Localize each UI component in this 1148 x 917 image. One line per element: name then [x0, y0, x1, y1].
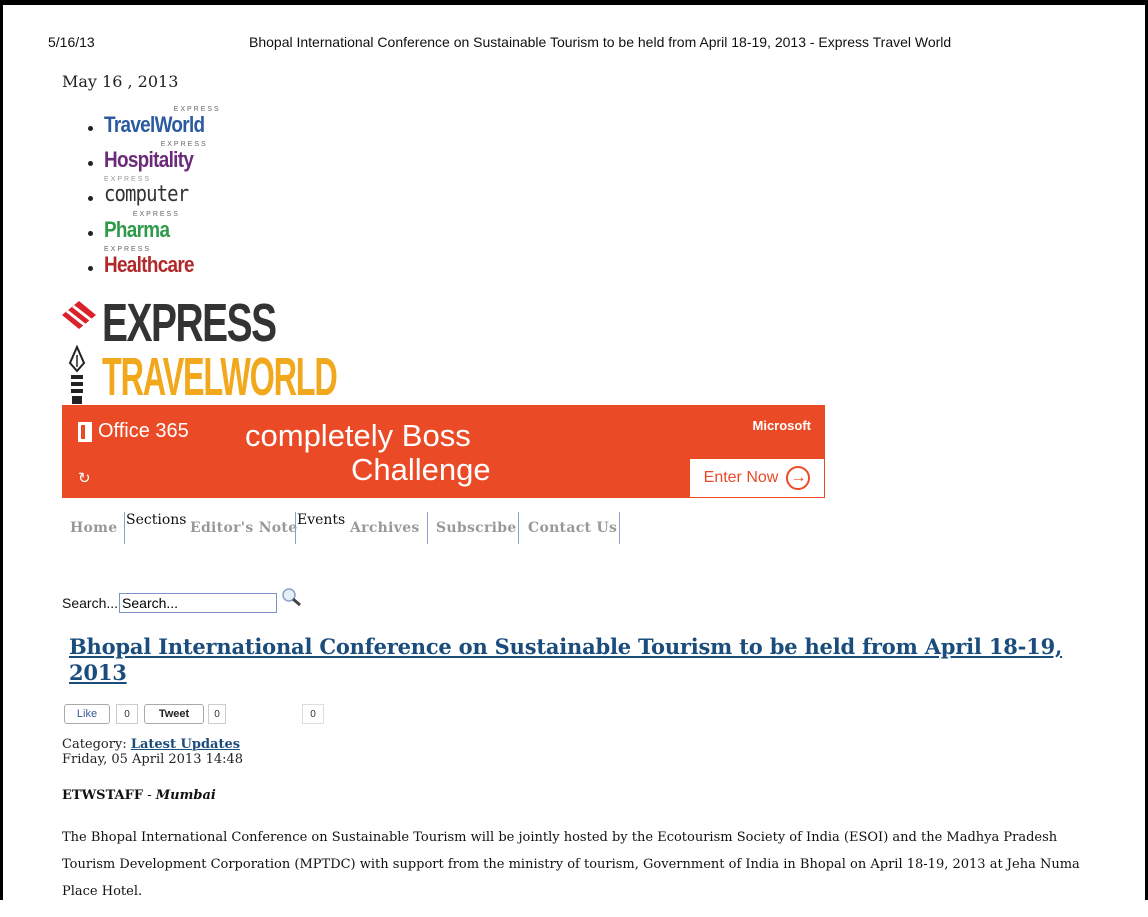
- nav-editors-note[interactable]: Editor's Note: [190, 520, 297, 536]
- healthcare-logo[interactable]: EXPRESS Healthcare: [104, 246, 209, 276]
- office-icon: [78, 421, 92, 442]
- category-label: Category:: [62, 737, 127, 752]
- bullet-icon: [88, 231, 93, 236]
- nav-contact[interactable]: Contact Us: [528, 520, 617, 536]
- logo-name: Pharma: [104, 217, 170, 242]
- author: ETWSTAFF: [62, 788, 144, 803]
- bullet-icon: [88, 126, 93, 131]
- brand-line-travelworld: TRAVELWORLD: [102, 347, 338, 407]
- search-label: Search...: [62, 595, 119, 611]
- logo-name: Healthcare: [104, 252, 195, 277]
- nav-subscribe[interactable]: Subscribe: [436, 520, 517, 536]
- tweet-button[interactable]: Tweet: [144, 704, 204, 724]
- bullet-icon: [88, 266, 93, 271]
- ad-headline: completely Boss Challenge: [245, 419, 491, 487]
- microsoft-label: Microsoft: [752, 418, 812, 433]
- nav-separator: [295, 512, 296, 544]
- enter-now-button[interactable]: Enter Now →: [689, 458, 825, 498]
- bullet-icon: [88, 161, 93, 166]
- article-body: The Bhopal International Conference on S…: [62, 824, 1102, 917]
- nav-events[interactable]: Events: [297, 512, 345, 528]
- facebook-like-button[interactable]: Like: [64, 704, 110, 724]
- office365-label: Office 365: [98, 420, 189, 442]
- print-title: Bhopal International Conference on Susta…: [249, 34, 952, 50]
- tweet-count: 0: [208, 704, 226, 724]
- enter-now-label: Enter Now: [703, 469, 779, 486]
- author-separator: -: [143, 788, 156, 803]
- nav-archives[interactable]: Archives: [350, 520, 420, 536]
- article-paragraph: The Bhopal International Conference on S…: [62, 830, 1080, 899]
- search-bar: Search...: [62, 588, 302, 614]
- ad-headline-line1: completely Boss: [245, 418, 471, 453]
- logo-name: computer: [104, 182, 189, 207]
- article-meta: Category: Latest Updates Friday, 05 Apri…: [62, 737, 243, 767]
- brand-line-express: EXPRESS: [102, 293, 277, 353]
- share-count: 0: [302, 704, 324, 724]
- arrow-right-icon: →: [786, 466, 811, 490]
- location: Mumbai: [155, 788, 216, 803]
- nav-separator: [518, 512, 519, 544]
- byline: ETWSTAFF - Mumbai: [62, 788, 216, 803]
- logo-name: Hospitality: [104, 147, 194, 172]
- office365-ad-banner[interactable]: Office 365 completely Boss Challenge Mic…: [62, 405, 825, 498]
- nav-sections[interactable]: Sections: [126, 512, 186, 528]
- nav-home[interactable]: Home: [70, 520, 118, 536]
- ad-headline-line2: Challenge: [351, 452, 491, 487]
- bullet-icon: [88, 196, 93, 201]
- print-date: 5/16/13: [48, 34, 95, 50]
- pen-nib-icon: [68, 345, 86, 404]
- kite-icon: [62, 301, 96, 329]
- nav-separator: [427, 512, 428, 544]
- computer-logo[interactable]: EXPRESS computer: [104, 176, 202, 206]
- pharma-logo[interactable]: EXPRESS Pharma: [104, 211, 180, 241]
- refresh-icon[interactable]: ↻: [78, 469, 91, 487]
- search-icon[interactable]: [280, 586, 302, 608]
- page-date: May 16 , 2013: [62, 72, 179, 91]
- category-link[interactable]: Latest Updates: [131, 737, 240, 752]
- travelworld-logo[interactable]: EXPRESS TravelWorld: [104, 106, 221, 136]
- hospitality-logo[interactable]: EXPRESS Hospitality: [104, 141, 208, 171]
- office365-brand: Office 365: [78, 420, 189, 443]
- express-travelworld-logo[interactable]: EXPRESS TRAVELWORLD: [60, 295, 350, 407]
- article-datetime: Friday, 05 April 2013 14:48: [62, 752, 244, 767]
- logo-name: TravelWorld: [104, 112, 205, 137]
- like-count: 0: [116, 704, 138, 724]
- nav-separator: [124, 512, 125, 544]
- article-title[interactable]: Bhopal International Conference on Susta…: [69, 634, 1069, 686]
- nav-separator: [619, 512, 620, 544]
- search-input[interactable]: [119, 593, 278, 613]
